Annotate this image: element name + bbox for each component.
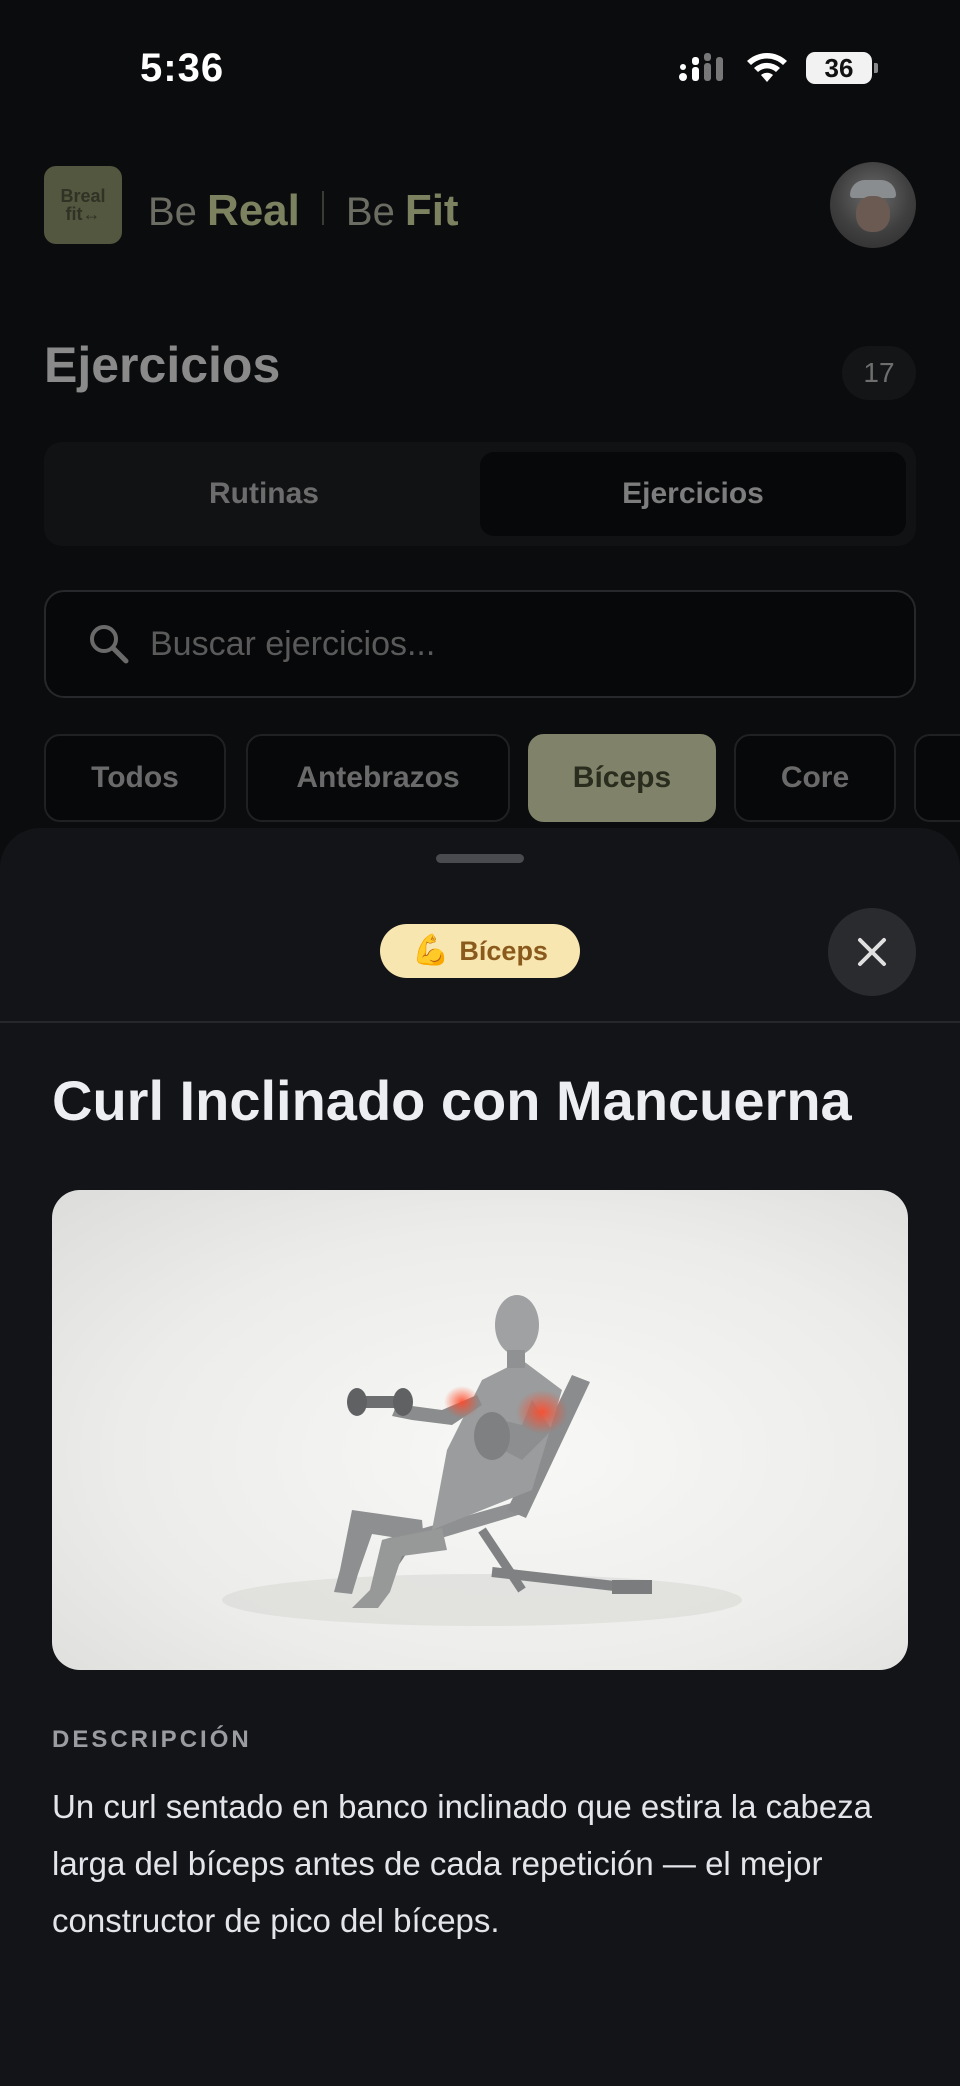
filter-chip-core[interactable]: Core [734, 734, 896, 822]
sheet-divider [0, 1021, 960, 1023]
app-logo[interactable]: Breal fit↔ [44, 166, 122, 244]
tab-rutinas[interactable]: Rutinas [54, 452, 474, 536]
flexed-biceps-icon: 💪 [412, 934, 450, 967]
exercise-illustration [52, 1190, 908, 1670]
filter-chip-antebrazos[interactable]: Antebrazos [246, 734, 510, 822]
filter-chip-more[interactable] [914, 734, 960, 822]
count-badge: 17 [842, 346, 916, 400]
avatar[interactable] [830, 162, 916, 248]
search-placeholder: Buscar ejercicios... [150, 624, 436, 663]
brand-be-2: Be [345, 190, 395, 234]
filter-chip-todos[interactable]: Todos [44, 734, 226, 822]
brand-be-1: Be [148, 190, 197, 234]
exercise-title: Curl Inclinado con Mancuerna [52, 1069, 852, 1132]
page-title: Ejercicios [44, 337, 281, 393]
logo-text-bottom: fit↔ [65, 204, 101, 224]
description-heading: DESCRIPCIÓN [52, 1726, 252, 1753]
muscle-tag: 💪 Bíceps [380, 924, 580, 978]
brand-fit: Fit [404, 186, 459, 235]
filter-chips: Todos Antebrazos Bíceps Core [44, 734, 960, 826]
sheet-grabber[interactable] [436, 854, 524, 863]
brand-wordmark: Be Real Be Fit [148, 186, 459, 236]
brand-separator [321, 191, 324, 225]
brand-real: Real [206, 186, 300, 235]
segmented-control: Rutinas Ejercicios [44, 442, 916, 546]
description-text: Un curl sentado en banco inclinado que e… [52, 1788, 873, 1939]
close-icon [858, 938, 886, 966]
exercise-detail-sheet: 💪 Bíceps Curl Inclinado con Mancuerna DE… [0, 828, 960, 2086]
logo-text-top: Breal [60, 186, 106, 206]
search-icon [90, 625, 129, 664]
close-button[interactable] [828, 908, 916, 996]
tab-ejercicios[interactable]: Ejercicios [480, 452, 906, 536]
filter-chip-biceps[interactable]: Bíceps [528, 734, 716, 822]
search-input[interactable]: Buscar ejercicios... [44, 590, 916, 698]
incline-curl-figure [222, 1295, 742, 1626]
background-page: Breal fit↔ Be Real Be Fit Ejercicios 17 … [0, 0, 960, 900]
muscle-tag-label: Bíceps [459, 935, 548, 966]
